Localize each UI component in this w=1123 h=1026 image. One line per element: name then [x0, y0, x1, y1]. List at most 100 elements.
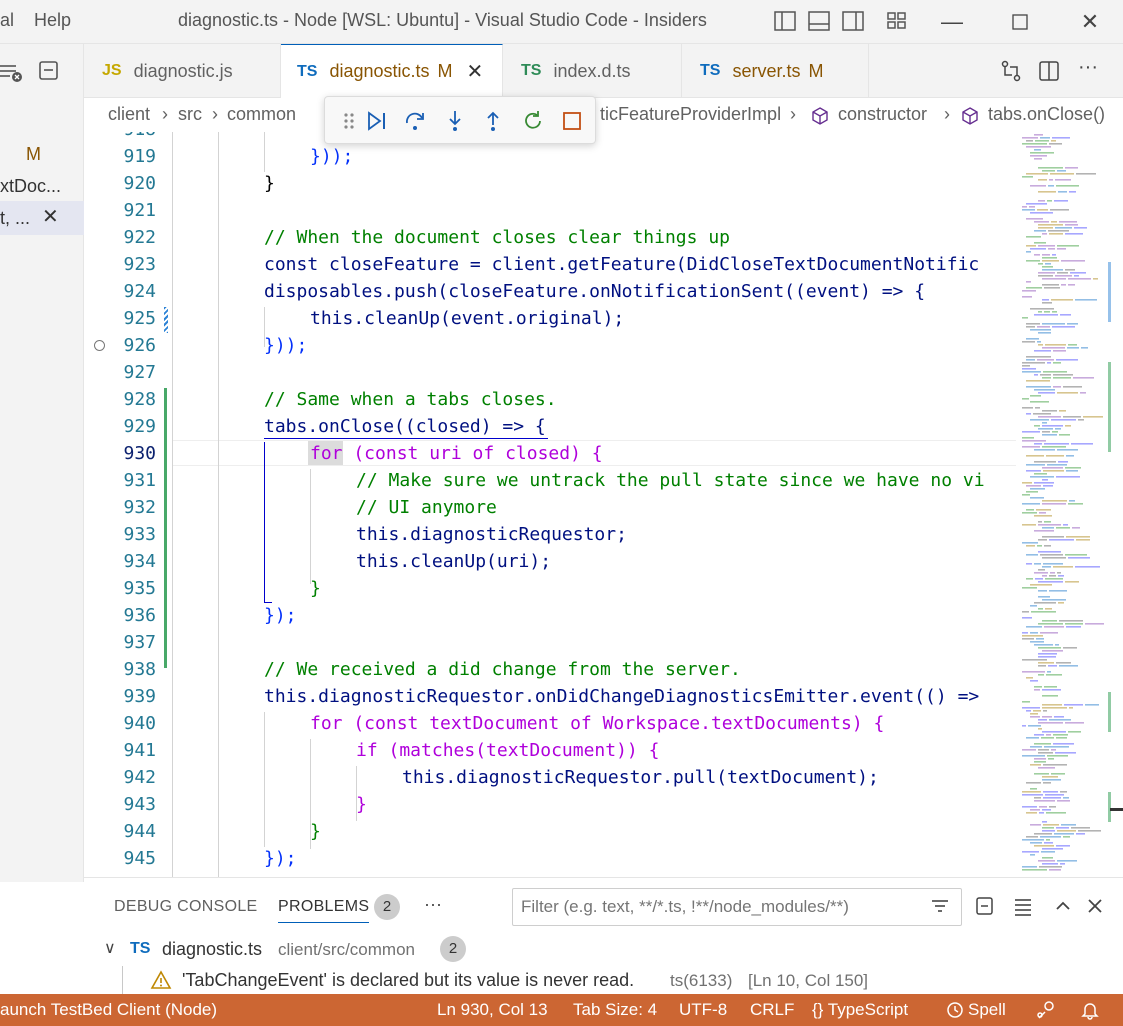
accounts-icon[interactable] — [1036, 1000, 1056, 1020]
minimap-code-stroke — [1038, 653, 1057, 655]
code-line: // When the document closes clear things… — [264, 227, 730, 248]
toggle-primary-sidebar-icon[interactable] — [774, 11, 796, 31]
breadcrumb-src[interactable]: src — [178, 104, 202, 125]
minimap-code-stroke — [1042, 566, 1051, 568]
toggle-secondary-sidebar-icon[interactable] — [842, 11, 864, 31]
tab-index-d-ts[interactable]: TS index.d.ts — [503, 44, 682, 98]
minimap-code-stroke — [1030, 185, 1046, 187]
step-into-icon[interactable] — [443, 109, 467, 133]
more-actions-icon[interactable]: ··· — [1078, 56, 1098, 79]
encoding[interactable]: UTF-8 — [679, 1000, 727, 1020]
customize-layout-icon[interactable] — [886, 11, 908, 31]
open-editor-item[interactable]: xtDoc... — [0, 176, 61, 197]
problem-file-path: client/src/common — [278, 940, 415, 959]
minimap-code-stroke — [1022, 524, 1036, 526]
tab-diagnostic-ts[interactable]: TS diagnostic.ts M ✕ — [281, 44, 503, 98]
minimap-code-stroke — [1037, 209, 1048, 211]
problem-file-row[interactable]: ∨ TS diagnostic.ts client/src/common 2 — [84, 936, 1123, 966]
minimap-code-stroke — [1022, 791, 1041, 793]
open-changes-icon[interactable] — [1000, 60, 1022, 82]
minimap-code-stroke — [1035, 407, 1040, 409]
minimap-code-stroke — [1030, 308, 1054, 310]
collapse-all-icon[interactable] — [38, 60, 60, 82]
breadcrumb-class[interactable]: ticFeatureProviderImpl — [600, 104, 781, 125]
minimap-code-stroke — [1046, 839, 1050, 841]
minimap-code-stroke — [1042, 650, 1063, 652]
indent-guide — [218, 132, 219, 877]
menu-item-terminal[interactable]: al — [0, 10, 14, 31]
stop-icon[interactable] — [560, 109, 584, 133]
tab-server-ts[interactable]: TS server.ts M — [682, 44, 869, 98]
minimap-code-stroke — [1034, 734, 1044, 736]
close-panel-icon[interactable] — [1084, 895, 1106, 917]
minimap-code-stroke — [1038, 167, 1063, 169]
breadcrumb-constructor[interactable]: constructor — [838, 104, 927, 125]
modified-indicator: M — [808, 60, 824, 81]
minimap-code-stroke — [1034, 761, 1046, 763]
minimap-code-stroke — [1030, 764, 1041, 766]
cursor-position[interactable]: Ln 930, Col 13 — [437, 1000, 548, 1020]
minimap-code-stroke — [1059, 620, 1083, 622]
minimap-code-stroke — [1069, 191, 1076, 193]
line-number: 943 — [123, 794, 156, 815]
minimap-code-stroke — [1042, 431, 1050, 433]
debug-launch-config[interactable]: aunch TestBed Client (Node) — [0, 1000, 217, 1020]
menu-item-help[interactable]: Help — [34, 10, 71, 31]
view-as-list-icon[interactable] — [1012, 895, 1034, 917]
line-ending[interactable]: CRLF — [750, 1000, 794, 1020]
minimap-code-stroke — [1057, 245, 1079, 247]
tab-size[interactable]: Tab Size: 4 — [573, 1000, 657, 1020]
tab-debug-console[interactable]: DEBUG CONSOLE — [114, 898, 258, 916]
minimize-icon[interactable]: — — [932, 8, 972, 36]
close-editor-icon[interactable]: ✕ — [42, 204, 59, 229]
code-editor[interactable]: 918 919 920 921 922 923 924 925 926 927 … — [84, 132, 1016, 877]
minimap-code-stroke — [1034, 350, 1051, 352]
restart-icon[interactable] — [521, 109, 545, 133]
minimap-content — [1022, 134, 1123, 871]
spell-check[interactable]: Spell — [968, 1000, 1006, 1020]
split-editor-icon[interactable] — [1038, 60, 1060, 82]
problems-filter-input[interactable] — [512, 888, 962, 926]
minimap-code-stroke — [1039, 812, 1044, 814]
minimap-code-stroke — [1078, 419, 1084, 421]
minimap[interactable] — [1016, 132, 1123, 877]
breadcrumb-common[interactable]: common — [227, 104, 296, 125]
problem-item[interactable]: 'TabChangeEvent' is declared but its val… — [84, 966, 1123, 994]
minimap-code-stroke — [1056, 845, 1070, 847]
close-window-icon[interactable]: ✕ — [1070, 8, 1110, 36]
drag-handle-icon[interactable] — [337, 109, 361, 133]
minimap-code-stroke — [1043, 797, 1061, 799]
step-over-icon[interactable] — [403, 109, 427, 133]
continue-icon[interactable] — [365, 109, 389, 133]
minimap-code-stroke — [1026, 281, 1031, 283]
breadcrumb-client[interactable]: client — [108, 104, 150, 125]
clear-all-icon[interactable] — [0, 62, 24, 84]
minimap-code-stroke — [1068, 278, 1091, 280]
step-out-icon[interactable] — [481, 109, 505, 133]
minimap-code-stroke — [1038, 581, 1063, 583]
minimap-code-stroke — [1042, 620, 1057, 622]
toggle-panel-icon[interactable] — [808, 11, 830, 31]
chevron-down-icon[interactable]: ∨ — [104, 938, 116, 958]
tab-diagnostic-js[interactable]: JS diagnostic.js — [84, 44, 281, 98]
minimap-code-stroke — [1026, 491, 1038, 493]
collapse-all-icon[interactable] — [974, 895, 996, 917]
filter-icon[interactable] — [929, 895, 951, 917]
open-editor-item-selected[interactable]: t, ... — [0, 208, 30, 229]
minimap-code-stroke — [1026, 338, 1039, 340]
maximize-icon[interactable] — [1000, 8, 1040, 36]
minimap-code-stroke — [1051, 140, 1056, 142]
minimap-code-stroke — [1034, 644, 1053, 646]
notifications-bell-icon[interactable] — [1080, 1000, 1100, 1020]
breadcrumb-method[interactable]: tabs.onClose() — [988, 104, 1105, 125]
minimap-code-stroke — [1022, 371, 1041, 373]
minimap-code-stroke — [1022, 542, 1038, 544]
problems-count-badge: 2 — [374, 894, 400, 920]
tab-problems[interactable]: PROBLEMS — [278, 898, 370, 923]
panel-more-icon[interactable]: ··· — [424, 894, 442, 915]
maximize-panel-icon[interactable] — [1052, 895, 1074, 917]
minimap-code-stroke — [1022, 635, 1043, 637]
close-tab-icon[interactable]: ✕ — [467, 59, 484, 84]
minimap-code-stroke — [1056, 662, 1071, 664]
language-mode[interactable]: {} TypeScript — [812, 1000, 908, 1020]
